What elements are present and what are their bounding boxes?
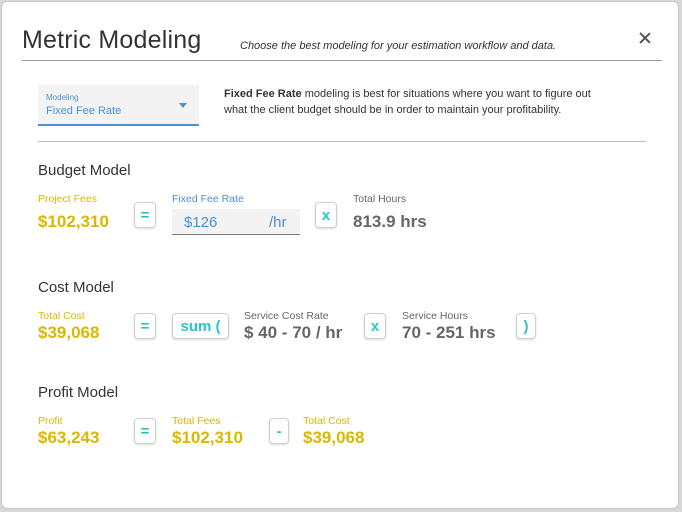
close-icon[interactable] xyxy=(634,28,656,50)
equals-operator[interactable]: = xyxy=(134,313,156,339)
service-cost-rate-value: $ 40 - 70 / hr xyxy=(244,323,343,342)
minus-operator[interactable]: - xyxy=(269,418,289,444)
total-fees-label: Total Fees xyxy=(172,415,221,427)
cost-model-heading: Cost Model xyxy=(38,279,114,296)
sum-operator[interactable]: sum ( xyxy=(172,313,229,339)
dialog-title: Metric Modeling xyxy=(22,26,202,54)
equals-operator[interactable]: = xyxy=(134,202,156,228)
section-divider xyxy=(38,141,646,142)
service-hours-value: 70 - 251 hrs xyxy=(402,323,496,342)
multiply-operator[interactable]: x xyxy=(364,313,386,339)
total-hours-value: 813.9 hrs xyxy=(353,212,427,231)
fixed-fee-rate-unit: /hr xyxy=(269,214,287,231)
modeling-description: Fixed Fee Rate modeling is best for situ… xyxy=(224,86,614,118)
metric-modeling-dialog: Metric Modeling Choose the best modeling… xyxy=(1,1,679,509)
fixed-fee-rate-input[interactable]: $126 /hr xyxy=(172,209,300,235)
header-divider xyxy=(22,60,662,61)
service-cost-rate-label: Service Cost Rate xyxy=(244,310,329,322)
fixed-fee-rate-value: $126 xyxy=(184,214,218,231)
equals-operator[interactable]: = xyxy=(134,418,156,444)
total-cost-label: Total Cost xyxy=(38,310,85,322)
multiply-operator[interactable]: x xyxy=(315,202,337,228)
fixed-fee-rate-label: Fixed Fee Rate xyxy=(172,193,244,205)
close-paren-operator[interactable]: ) xyxy=(516,313,536,339)
total-fees-value: $102,310 xyxy=(172,428,243,447)
modeling-select-value: Fixed Fee Rate xyxy=(46,105,122,117)
budget-model-heading: Budget Model xyxy=(38,162,131,179)
service-hours-label: Service Hours xyxy=(402,310,468,322)
project-fees-label: Project Fees xyxy=(38,193,97,205)
modeling-select[interactable]: Modeling Fixed Fee Rate xyxy=(38,85,199,126)
modeling-description-bold: Fixed Fee Rate xyxy=(224,88,302,100)
profit-value: $63,243 xyxy=(38,428,100,447)
modeling-select-label: Modeling xyxy=(46,93,79,102)
profit-total-cost-label: Total Cost xyxy=(303,415,350,427)
total-hours-label: Total Hours xyxy=(353,193,407,205)
profit-total-cost-value: $39,068 xyxy=(303,428,365,447)
profit-model-heading: Profit Model xyxy=(38,384,119,401)
chevron-down-icon xyxy=(179,103,187,108)
dialog-subtitle: Choose the best modeling for your estima… xyxy=(240,40,557,52)
profit-label: Profit xyxy=(38,415,63,427)
project-fees-value: $102,310 xyxy=(38,212,109,231)
total-cost-value: $39,068 xyxy=(38,323,100,342)
